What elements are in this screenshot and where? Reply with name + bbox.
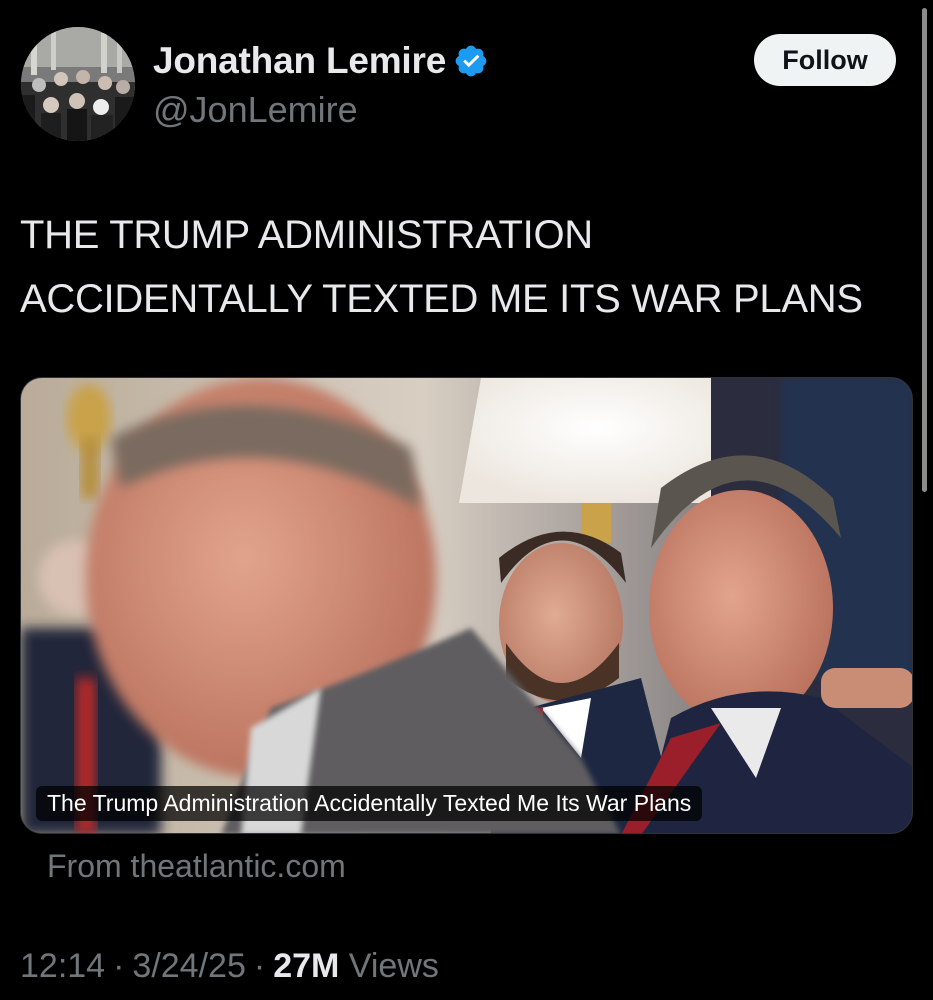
- author-display-name[interactable]: Jonathan Lemire: [153, 38, 446, 84]
- tweet-text-line: ACCIDENTALLY TEXTED ME ITS WAR PLANS: [20, 277, 863, 321]
- verified-badge-icon[interactable]: [453, 43, 489, 79]
- author-handle[interactable]: @JonLemire: [153, 88, 358, 132]
- link-source[interactable]: From theatlantic.com: [47, 846, 346, 886]
- tweet-time[interactable]: 12:14: [20, 947, 105, 985]
- link-card[interactable]: The Trump Administration Accidentally Te…: [20, 377, 913, 834]
- tweet-text-line: THE TRUMP ADMINISTRATION: [20, 213, 593, 257]
- tweet-date[interactable]: 3/24/25: [132, 947, 245, 985]
- meta-separator: ·: [253, 947, 266, 985]
- follow-button[interactable]: Follow: [754, 34, 896, 86]
- tweet-meta: 12:14 · 3/24/25 · 27M Views: [20, 945, 439, 987]
- author-avatar[interactable]: [21, 27, 135, 141]
- view-count: 27M: [273, 947, 340, 985]
- tweet-header: Jonathan Lemire @JonLemire Follow: [0, 0, 933, 170]
- views-label: Views: [348, 947, 439, 985]
- meta-separator: ·: [113, 947, 125, 985]
- tweet-text: THE TRUMP ADMINISTRATION ACCIDENTALLY TE…: [20, 203, 915, 331]
- author-name-row: Jonathan Lemire: [153, 38, 489, 84]
- avatar-photo: [21, 27, 135, 141]
- link-card-caption: The Trump Administration Accidentally Te…: [36, 786, 703, 821]
- link-card-image: [21, 378, 912, 833]
